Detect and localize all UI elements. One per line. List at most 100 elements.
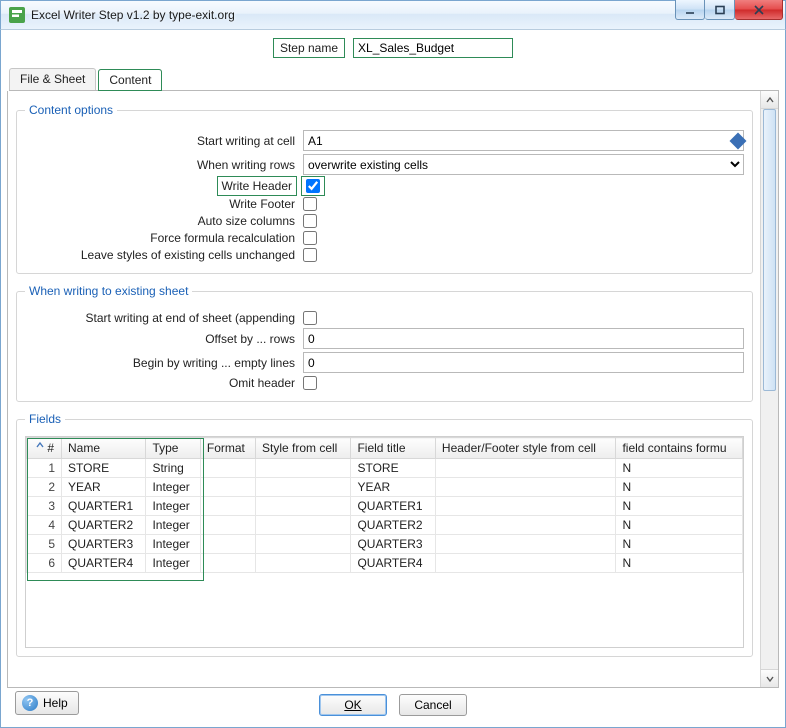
force-recalc-checkbox[interactable] [303,231,317,245]
titlebar: Excel Writer Step v1.2 by type-exit.org [0,0,786,30]
omit-header-checkbox[interactable] [303,376,317,390]
cell-field_title[interactable]: STORE [351,459,435,478]
write-header-checkbox[interactable] [306,179,320,193]
col-style-from[interactable]: Style from cell [255,438,350,459]
minimize-button[interactable] [675,0,705,20]
cell-hf_style[interactable] [435,497,616,516]
cell-type[interactable]: Integer [146,516,200,535]
table-row[interactable]: 4QUARTER2IntegerQUARTER2N [27,516,743,535]
col-hf-style[interactable]: Header/Footer style from cell [435,438,616,459]
cell-style_from[interactable] [255,516,350,535]
cell-num[interactable]: 2 [27,478,62,497]
cell-name[interactable]: STORE [62,459,146,478]
cell-format[interactable] [200,459,255,478]
col-field-title[interactable]: Field title [351,438,435,459]
help-button[interactable]: ? Help [15,691,79,715]
cell-hf_style[interactable] [435,554,616,573]
offset-input[interactable] [303,328,744,349]
cell-format[interactable] [200,516,255,535]
cell-field_title[interactable]: QUARTER2 [351,516,435,535]
cell-hf_style[interactable] [435,478,616,497]
col-num[interactable]: # [27,438,62,459]
maximize-icon [715,5,725,15]
cell-name[interactable]: QUARTER3 [62,535,146,554]
cell-name[interactable]: QUARTER1 [62,497,146,516]
cell-style_from[interactable] [255,535,350,554]
group-content-options-legend: Content options [25,103,117,117]
cell-type[interactable]: Integer [146,497,200,516]
group-fields: Fields # Name Type Format [16,412,753,657]
cell-contains_formula[interactable]: N [616,459,743,478]
tab-content[interactable]: Content [98,69,162,91]
step-name-input[interactable] [353,38,513,58]
cell-name[interactable]: YEAR [62,478,146,497]
cell-type[interactable]: String [146,459,200,478]
group-existing-sheet-legend: When writing to existing sheet [25,284,192,298]
cell-contains_formula[interactable]: N [616,497,743,516]
cell-style_from[interactable] [255,478,350,497]
cell-style_from[interactable] [255,459,350,478]
col-contains-formula[interactable]: field contains formu [616,438,743,459]
cell-field_title[interactable]: QUARTER4 [351,554,435,573]
sort-up-icon [34,441,44,455]
start-cell-input[interactable] [303,130,744,151]
col-name[interactable]: Name [62,438,146,459]
vertical-scrollbar[interactable] [760,91,778,687]
close-button[interactable] [735,0,783,20]
table-row[interactable]: 6QUARTER4IntegerQUARTER4N [27,554,743,573]
append-label: Start writing at end of sheet (appending [25,311,297,325]
cell-hf_style[interactable] [435,459,616,478]
cancel-button[interactable]: Cancel [399,694,467,716]
autosize-checkbox[interactable] [303,214,317,228]
help-icon: ? [22,695,38,711]
cell-hf_style[interactable] [435,535,616,554]
cell-num[interactable]: 3 [27,497,62,516]
cell-num[interactable]: 4 [27,516,62,535]
cell-contains_formula[interactable]: N [616,535,743,554]
cell-num[interactable]: 5 [27,535,62,554]
fields-table[interactable]: # Name Type Format Style from cell Field… [26,437,743,573]
tab-pane: Content options Start writing at cell Wh… [7,91,779,688]
cell-style_from[interactable] [255,497,350,516]
scroll-down-button[interactable] [761,669,778,687]
cell-field_title[interactable]: QUARTER1 [351,497,435,516]
col-type[interactable]: Type [146,438,200,459]
table-row[interactable]: 3QUARTER1IntegerQUARTER1N [27,497,743,516]
col-format[interactable]: Format [200,438,255,459]
scroll-up-button[interactable] [761,91,778,109]
cell-field_title[interactable]: YEAR [351,478,435,497]
write-footer-checkbox[interactable] [303,197,317,211]
cell-contains_formula[interactable]: N [616,478,743,497]
maximize-button[interactable] [705,0,735,20]
table-row[interactable]: 1STOREStringSTOREN [27,459,743,478]
cell-num[interactable]: 6 [27,554,62,573]
cell-format[interactable] [200,535,255,554]
tab-file-sheet[interactable]: File & Sheet [9,68,96,90]
cell-num[interactable]: 1 [27,459,62,478]
tab-strip: File & Sheet Content [9,68,779,91]
when-rows-select[interactable]: overwrite existing cells [303,154,744,175]
scroll-thumb[interactable] [763,109,776,391]
cell-format[interactable] [200,554,255,573]
cell-style_from[interactable] [255,554,350,573]
empty-lines-input[interactable] [303,352,744,373]
append-checkbox[interactable] [303,311,317,325]
cell-name[interactable]: QUARTER2 [62,516,146,535]
cell-field_title[interactable]: QUARTER3 [351,535,435,554]
cell-format[interactable] [200,497,255,516]
cell-contains_formula[interactable]: N [616,516,743,535]
dialog-buttons: OK Cancel [7,694,779,716]
table-row[interactable]: 2YEARIntegerYEARN [27,478,743,497]
cell-type[interactable]: Integer [146,478,200,497]
cell-hf_style[interactable] [435,516,616,535]
cell-type[interactable]: Integer [146,535,200,554]
cell-name[interactable]: QUARTER4 [62,554,146,573]
cell-format[interactable] [200,478,255,497]
leave-styles-checkbox[interactable] [303,248,317,262]
cell-type[interactable]: Integer [146,554,200,573]
cell-contains_formula[interactable]: N [616,554,743,573]
chevron-up-icon [766,96,774,104]
ok-button[interactable]: OK [319,694,387,716]
table-row[interactable]: 5QUARTER3IntegerQUARTER3N [27,535,743,554]
write-footer-label: Write Footer [25,197,297,211]
